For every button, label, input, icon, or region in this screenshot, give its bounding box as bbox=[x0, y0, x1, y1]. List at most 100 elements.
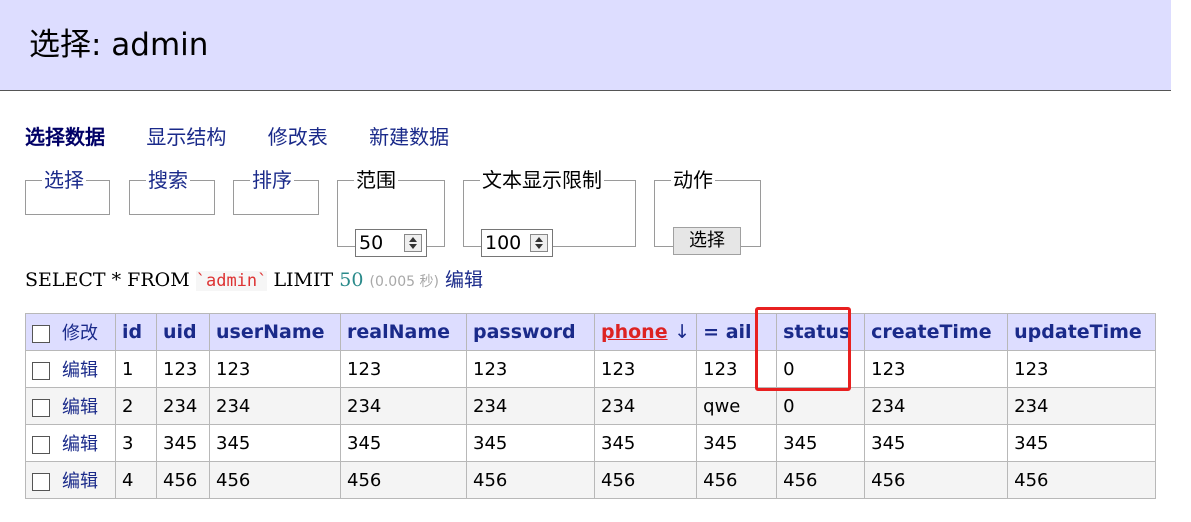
table-cell: 123 bbox=[209, 350, 341, 388]
table-cell: qwe bbox=[696, 387, 778, 425]
column-realname-link[interactable]: realName bbox=[347, 321, 450, 343]
table-cell: 234 bbox=[466, 387, 595, 425]
table-cell: 123 bbox=[156, 350, 210, 388]
nav-new-item[interactable]: 新建数据 bbox=[369, 125, 449, 149]
sort-legend-link[interactable]: 排序 bbox=[252, 168, 292, 192]
table-cell: 345 bbox=[864, 424, 1009, 462]
column-status-link[interactable]: status bbox=[783, 321, 850, 343]
column-id-link[interactable]: id bbox=[122, 321, 142, 343]
header-password[interactable]: password bbox=[466, 313, 595, 351]
sql-table-name: `admin` bbox=[195, 271, 268, 291]
table-cell: 456 bbox=[209, 461, 341, 499]
modify-header-link[interactable]: 修改 bbox=[62, 323, 98, 344]
table-cell: 234 bbox=[340, 387, 467, 425]
table-cell: 456 bbox=[466, 461, 595, 499]
nav-select-data[interactable]: 选择数据 bbox=[25, 125, 105, 149]
header-updatetime[interactable]: updateTime bbox=[1007, 313, 1157, 351]
table-row: 编辑 1 123 123 123 123 123 123 0 123 123 bbox=[25, 350, 1157, 388]
text-limit-value: 100 bbox=[485, 232, 522, 254]
table-cell: 123 bbox=[466, 350, 595, 388]
results-table: 修改 id uid userName realName password pho… bbox=[25, 313, 1157, 499]
table-cell: 123 bbox=[593, 350, 698, 388]
column-uid-link[interactable]: uid bbox=[163, 321, 197, 343]
column-email-link[interactable]: ail bbox=[726, 321, 752, 343]
table-cell: 456 bbox=[1007, 461, 1157, 499]
table-cell: 345 bbox=[1007, 424, 1157, 462]
header-email[interactable]: = ail bbox=[696, 313, 778, 351]
table-cell: 345 bbox=[593, 424, 698, 462]
row-actions-cell: 编辑 bbox=[25, 461, 116, 499]
header-realname[interactable]: realName bbox=[340, 313, 467, 351]
table-cell: 234 bbox=[156, 387, 210, 425]
row-checkbox[interactable] bbox=[32, 399, 50, 417]
column-username-link[interactable]: userName bbox=[216, 321, 325, 343]
table-cell: 123 bbox=[696, 350, 778, 388]
range-legend: 范围 bbox=[356, 168, 396, 192]
header-username[interactable]: userName bbox=[209, 313, 341, 351]
table-cell: 456 bbox=[340, 461, 467, 499]
table-row: 编辑 4 456 456 456 456 456 456 456 456 456 bbox=[25, 461, 1157, 499]
column-updatetime-link[interactable]: updateTime bbox=[1014, 321, 1142, 343]
spinner-arrows-icon[interactable] bbox=[404, 234, 422, 252]
table-cell: 456 bbox=[776, 461, 866, 499]
search-legend-link[interactable]: 搜索 bbox=[148, 168, 188, 192]
table-cell: 456 bbox=[593, 461, 698, 499]
table-cell: 456 bbox=[156, 461, 210, 499]
sql-select-keyword: SELECT * FROM bbox=[25, 269, 190, 291]
column-phone-link[interactable]: phone bbox=[601, 321, 668, 343]
header-uid[interactable]: uid bbox=[156, 313, 210, 351]
row-actions-cell: 编辑 bbox=[25, 424, 116, 462]
table-cell: 234 bbox=[209, 387, 341, 425]
range-limit-input[interactable]: 50 bbox=[355, 229, 427, 257]
table-row: 编辑 2 234 234 234 234 234 qwe 0 234 234 bbox=[25, 387, 1157, 425]
sql-edit-link[interactable]: 编辑 bbox=[445, 269, 483, 291]
sql-limit-value: 50 bbox=[339, 269, 364, 291]
text-limit-legend: 文本显示限制 bbox=[482, 168, 602, 192]
header-status[interactable]: status bbox=[776, 313, 866, 351]
sort-desc-icon[interactable]: ↓ bbox=[674, 321, 690, 343]
table-cell: 345 bbox=[696, 424, 778, 462]
table-header-row: 修改 id uid userName realName password pho… bbox=[25, 313, 1157, 351]
table-cell: 234 bbox=[1007, 387, 1157, 425]
row-checkbox[interactable] bbox=[32, 473, 50, 491]
select-legend-link[interactable]: 选择 bbox=[44, 168, 84, 192]
table-cell: 0 bbox=[776, 387, 866, 425]
column-filter-icon[interactable]: = bbox=[703, 321, 719, 343]
table-cell: 1 bbox=[115, 350, 157, 388]
range-fieldset: 范围 50 bbox=[337, 168, 445, 257]
header-phone[interactable]: phone ↓ bbox=[593, 313, 698, 351]
table-cell: 123 bbox=[340, 350, 467, 388]
table-cell: 4 bbox=[115, 461, 157, 499]
header-id[interactable]: id bbox=[115, 313, 157, 351]
column-createtime-link[interactable]: createTime bbox=[871, 321, 991, 343]
action-fieldset: 动作 选择 bbox=[654, 169, 761, 255]
sort-fieldset: 排序 bbox=[233, 169, 319, 215]
select-all-checkbox[interactable] bbox=[32, 324, 50, 343]
table-cell: 234 bbox=[593, 387, 698, 425]
action-nav: 选择数据 显示结构 修改表 新建数据 bbox=[25, 124, 484, 150]
range-limit-value: 50 bbox=[359, 232, 384, 254]
header-createtime[interactable]: createTime bbox=[864, 313, 1009, 351]
table-cell: 345 bbox=[466, 424, 595, 462]
nav-alter-table[interactable]: 修改表 bbox=[268, 125, 328, 149]
text-limit-input[interactable]: 100 bbox=[481, 229, 553, 257]
text-limit-fieldset: 文本显示限制 100 bbox=[463, 168, 636, 257]
row-edit-link[interactable]: 编辑 bbox=[62, 360, 98, 381]
row-actions-cell: 编辑 bbox=[25, 387, 116, 425]
table-cell: 345 bbox=[340, 424, 467, 462]
sql-query-line: SELECT * FROM `admin` LIMIT 50 (0.005 秒)… bbox=[25, 268, 483, 294]
row-edit-link[interactable]: 编辑 bbox=[62, 397, 98, 418]
table-cell: 456 bbox=[696, 461, 778, 499]
column-password-link[interactable]: password bbox=[473, 321, 576, 343]
nav-show-structure[interactable]: 显示结构 bbox=[146, 125, 226, 149]
row-edit-link[interactable]: 编辑 bbox=[62, 471, 98, 492]
spinner-arrows-icon[interactable] bbox=[530, 234, 548, 252]
row-checkbox[interactable] bbox=[32, 436, 50, 454]
row-edit-link[interactable]: 编辑 bbox=[62, 434, 98, 455]
table-cell: 345 bbox=[156, 424, 210, 462]
select-submit-button[interactable]: 选择 bbox=[673, 227, 741, 255]
table-cell: 3 bbox=[115, 424, 157, 462]
row-checkbox[interactable] bbox=[32, 362, 50, 380]
table-cell: 456 bbox=[864, 461, 1009, 499]
sql-exec-time: (0.005 秒) bbox=[369, 274, 439, 290]
